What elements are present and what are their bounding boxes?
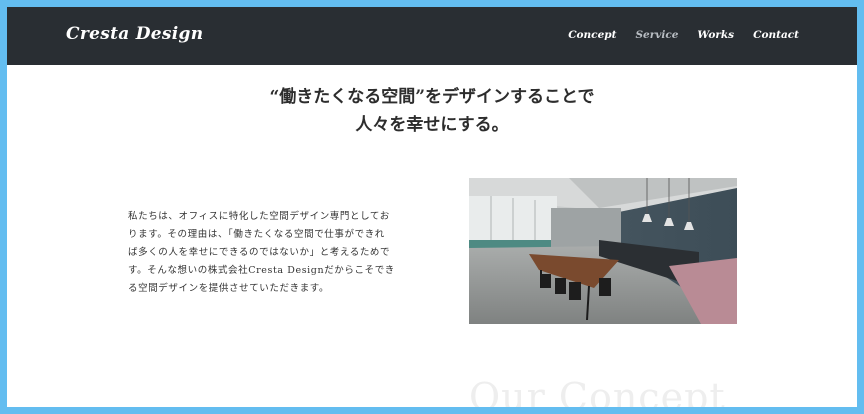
nav-link-works[interactable]: Works [697, 29, 734, 41]
site-header: Cresta Design Concept Service Works Cont… [7, 7, 857, 65]
page: Cresta Design Concept Service Works Cont… [7, 7, 857, 407]
nav-link-service[interactable]: Service [635, 29, 678, 41]
hero-heading-line-1: “働きたくなる空間”をデザインすることで [269, 87, 595, 107]
nav-link-concept[interactable]: Concept [568, 29, 616, 41]
office-interior-photo [469, 178, 737, 324]
about-line: ば多くの人を幸せにできるのではないか」と考えるためで [128, 247, 391, 258]
section-title-watermark: Our Concept [469, 375, 726, 407]
site-logo[interactable]: Cresta Design [66, 24, 203, 44]
about-line: る空間デザインを提供させていただきます。 [128, 283, 330, 294]
hero-heading-line-2: 人々を幸せにする。 [355, 115, 509, 135]
about-line: 私たちは、オフィスに特化した空間デザイン専門としてお [128, 211, 390, 222]
main-nav: Concept Service Works Contact [568, 29, 799, 41]
about-line: ります。その理由は、「働きたくなる空間で仕事ができれ [128, 229, 385, 240]
about-line: す。そんな想いの株式会社Cresta Designだからこそでき [128, 265, 395, 276]
hero-heading: “働きたくなる空間”をデザインすることで 人々を幸せにする。 [7, 83, 857, 139]
about-paragraph: 私たちは、オフィスに特化した空間デザイン専門としてお ります。その理由は、「働き… [128, 208, 403, 298]
nav-link-contact[interactable]: Contact [753, 29, 799, 41]
